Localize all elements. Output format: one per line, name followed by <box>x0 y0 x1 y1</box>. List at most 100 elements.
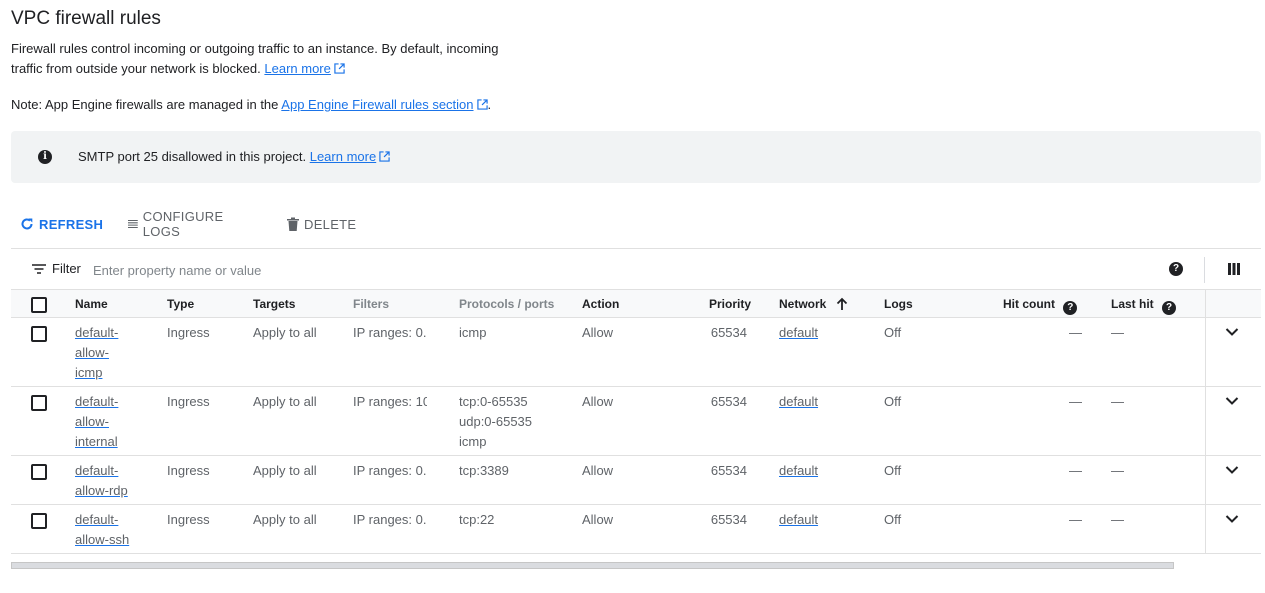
rule-logs: Off <box>884 512 902 527</box>
filter-icon <box>32 264 46 274</box>
rule-targets: Apply to all <box>253 394 317 409</box>
external-link-icon <box>476 99 488 110</box>
expand-row-chevron-icon[interactable] <box>1225 396 1239 406</box>
rule-protocols: tcp:3389 <box>459 463 509 478</box>
filter-label: Filter <box>52 261 81 276</box>
filter-input[interactable] <box>91 259 495 281</box>
delete-button[interactable]: DELETE <box>287 208 356 240</box>
rule-protocols: tcp:0-65535 udp:0-65535 icmp <box>459 394 533 449</box>
info-icon: i <box>38 150 52 164</box>
column-header-protocols: Protocols / ports <box>459 297 555 311</box>
rule-name-link[interactable]: default-allow-icmp <box>75 323 145 383</box>
rule-logs: Off <box>884 394 902 409</box>
help-icon[interactable]: ? <box>1162 301 1177 315</box>
table-row: default-allow-icmp Ingress Apply to all … <box>11 318 1261 387</box>
rule-hit-count: — <box>1069 512 1082 527</box>
rule-targets: Apply to all <box>253 463 317 478</box>
rule-last-hit: — <box>1111 512 1124 527</box>
trash-icon <box>287 217 299 231</box>
rule-priority: 65534 <box>710 394 747 409</box>
banner-text: SMTP port 25 disallowed in this project. <box>78 149 307 164</box>
rule-action: Allow <box>582 394 614 409</box>
column-header-logs[interactable]: Logs <box>884 297 913 311</box>
banner-learn-more-link[interactable]: Learn more <box>310 149 390 164</box>
smtp-info-banner: i SMTP port 25 disallowed in this projec… <box>11 131 1261 183</box>
table-row: default-allow-ssh Ingress Apply to all I… <box>11 505 1261 554</box>
rule-type: Ingress <box>167 325 210 340</box>
rule-action: Allow <box>582 325 614 340</box>
network-link[interactable]: default <box>779 323 818 343</box>
external-link-icon <box>379 151 390 162</box>
column-header-network[interactable]: Network <box>779 297 848 311</box>
rule-priority: 65534 <box>710 325 747 340</box>
row-checkbox[interactable] <box>31 395 47 411</box>
app-engine-firewall-link[interactable]: App Engine Firewall rules section <box>281 97 488 112</box>
table-row: default-allow-internal Ingress Apply to … <box>11 387 1261 456</box>
row-checkbox[interactable] <box>31 513 47 529</box>
help-icon[interactable]: ? <box>1169 262 1183 276</box>
rule-hit-count: — <box>1069 325 1082 340</box>
external-link-icon <box>334 63 345 74</box>
table-header: Name Type Targets Filters Protocols / po… <box>11 289 1261 318</box>
select-all-checkbox[interactable] <box>31 297 47 313</box>
rule-last-hit: — <box>1111 325 1124 340</box>
rule-priority: 65534 <box>710 463 747 478</box>
rule-last-hit: — <box>1111 463 1124 478</box>
rule-protocols: icmp <box>459 325 487 340</box>
horizontal-scrollbar[interactable] <box>11 562 1174 569</box>
network-link[interactable]: default <box>779 510 818 530</box>
column-header-hit-count: Hit count ? <box>1003 297 1078 315</box>
expand-row-chevron-icon[interactable] <box>1225 514 1239 524</box>
rule-hit-count: — <box>1069 463 1082 478</box>
rule-priority: 65534 <box>710 512 747 527</box>
expand-row-chevron-icon[interactable] <box>1225 327 1239 337</box>
list-icon <box>128 219 138 229</box>
page-description: Firewall rules control incoming or outgo… <box>11 39 531 79</box>
refresh-button[interactable]: REFRESH <box>20 208 103 240</box>
rule-hit-count: — <box>1069 394 1082 409</box>
row-checkbox[interactable] <box>31 464 47 480</box>
rule-name-link[interactable]: default-allow-internal <box>75 392 145 452</box>
column-header-type[interactable]: Type <box>167 297 194 311</box>
column-header-last-hit: Last hit ? <box>1111 297 1177 315</box>
network-link[interactable]: default <box>779 461 818 481</box>
description-text: Firewall rules control incoming or outgo… <box>11 41 499 76</box>
rule-name-link[interactable]: default-allow-ssh <box>75 510 145 550</box>
page-title: VPC firewall rules <box>11 8 161 29</box>
app-engine-note: Note: App Engine firewalls are managed i… <box>11 97 492 112</box>
rule-filters: IP ranges: 10.128.0.0/9 <box>353 394 427 409</box>
column-header-targets[interactable]: Targets <box>253 297 295 311</box>
column-header-priority[interactable]: Priority <box>709 297 751 311</box>
table-row: default-allow-rdp Ingress Apply to all I… <box>11 456 1261 505</box>
rule-type: Ingress <box>167 463 210 478</box>
rule-protocols: tcp:22 <box>459 512 495 527</box>
sort-ascending-icon <box>836 297 847 310</box>
rule-action: Allow <box>582 463 614 478</box>
refresh-icon <box>21 218 33 230</box>
sticky-column-divider <box>1205 289 1206 554</box>
column-header-name[interactable]: Name <box>75 297 108 311</box>
rule-type: Ingress <box>167 512 210 527</box>
rule-filters: IP ranges: 0.0.0.0/0 <box>353 463 427 478</box>
help-icon[interactable]: ? <box>1063 301 1078 315</box>
column-header-action[interactable]: Action <box>582 297 619 311</box>
column-header-filters: Filters <box>353 297 390 311</box>
row-checkbox[interactable] <box>31 326 47 342</box>
rule-targets: Apply to all <box>253 325 317 340</box>
rule-filters: IP ranges: 0.0.0.0/0 <box>353 512 427 527</box>
rule-targets: Apply to all <box>253 512 317 527</box>
rule-logs: Off <box>884 325 902 340</box>
column-display-icon[interactable] <box>1228 263 1240 275</box>
configure-logs-button[interactable]: CONFIGURE LOGS <box>128 208 228 240</box>
rule-logs: Off <box>884 463 902 478</box>
filter-bar: Filter ? <box>11 248 1261 290</box>
rule-last-hit: — <box>1111 394 1124 409</box>
rule-name-link[interactable]: default-allow-rdp <box>75 461 145 501</box>
network-link[interactable]: default <box>779 392 818 412</box>
learn-more-link[interactable]: Learn more <box>264 61 345 76</box>
rule-filters: IP ranges: 0.0.0.0/0 <box>353 325 427 340</box>
rule-action: Allow <box>582 512 614 527</box>
rule-type: Ingress <box>167 394 210 409</box>
divider <box>1204 257 1205 283</box>
expand-row-chevron-icon[interactable] <box>1225 465 1239 475</box>
